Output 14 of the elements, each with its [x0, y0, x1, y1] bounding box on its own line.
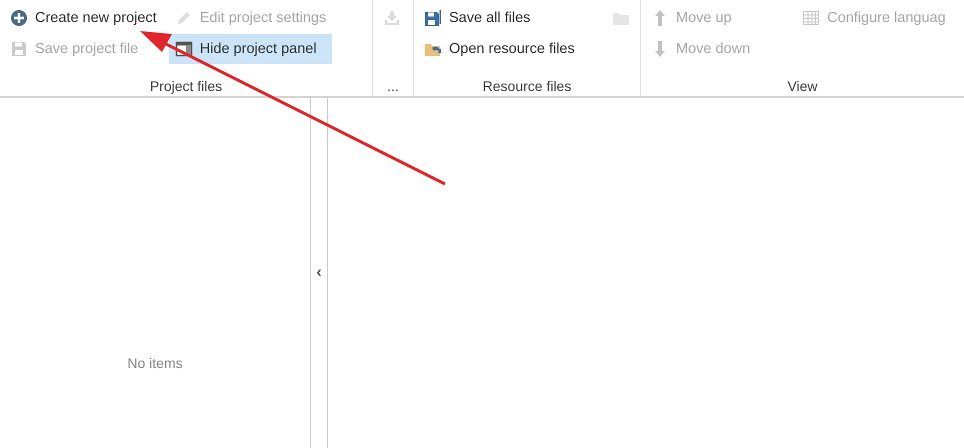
group-label: View: [787, 78, 818, 96]
empty-message: No items: [127, 355, 183, 371]
group-label: Project files: [150, 78, 222, 96]
group-label: Resource files: [482, 78, 572, 96]
ribbon-button[interactable]: Hide project panel: [168, 34, 332, 64]
ribbon-button[interactable]: Create new project: [4, 3, 163, 33]
ribbon-button[interactable]: Open resource files: [418, 34, 581, 64]
plus-circle-icon: [10, 9, 28, 27]
table-icon: [802, 9, 820, 27]
group-label: ...: [387, 78, 399, 96]
ribbon-button[interactable]: Save all files: [418, 3, 581, 33]
save-all-icon: [424, 9, 442, 27]
download-icon: [383, 9, 401, 27]
save-icon: [10, 40, 28, 58]
